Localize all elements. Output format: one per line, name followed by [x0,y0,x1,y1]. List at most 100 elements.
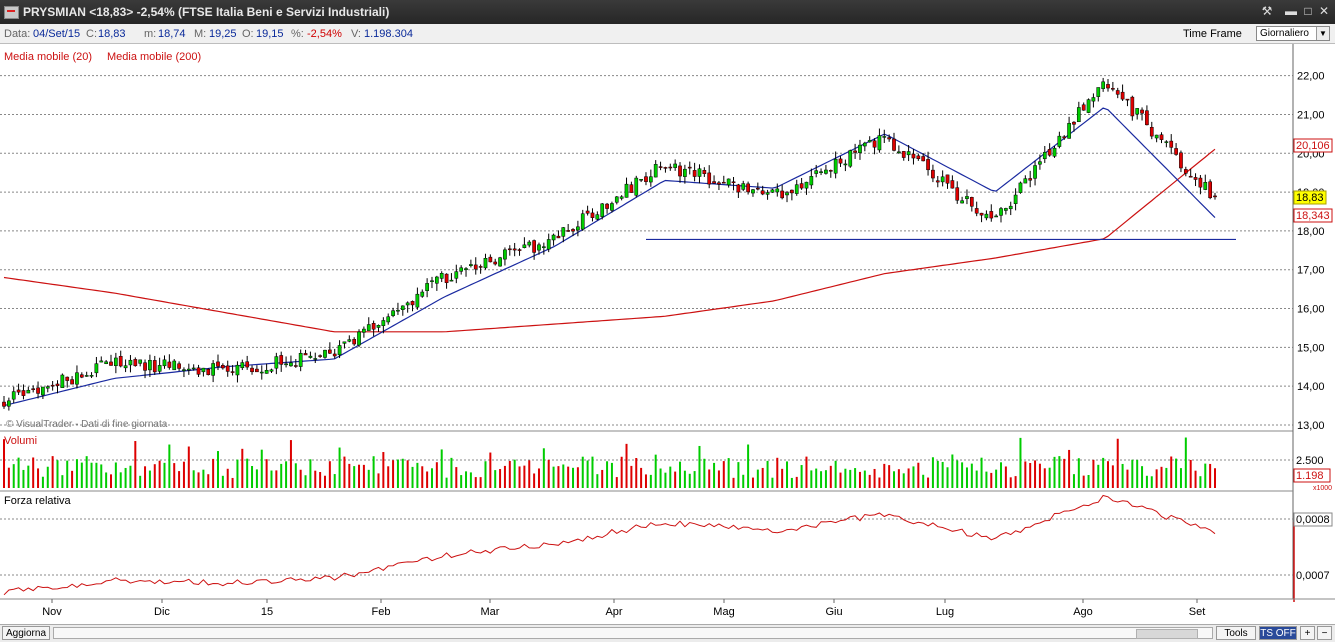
candle-body [824,169,828,174]
price-tick-label: 22,00 [1297,71,1325,83]
volume-bar [688,473,691,488]
candle-body [848,150,853,167]
ts-off-button[interactable]: TS OFF [1259,626,1297,640]
volume-bar [615,477,618,488]
candle-body [172,360,177,371]
candle-body [1111,88,1115,90]
candle-body [619,196,624,199]
chevron-down-icon[interactable]: ▼ [1316,27,1329,40]
candle-body [590,212,595,218]
timeframe-label: Time Frame [1183,28,1242,40]
settings-icon[interactable]: ⚒ [1259,4,1275,19]
volume-bar [3,439,5,488]
candle-body [522,244,527,248]
candle-body [517,249,522,251]
volume-bar [309,459,312,488]
candle-body [1047,149,1052,156]
volume-unit: x1000 [1313,485,1332,492]
volume-bar [207,474,210,488]
candle-body [1096,87,1101,97]
volume-bar [990,472,993,488]
candle-body [478,266,483,268]
close-icon[interactable]: ✕ [1316,4,1332,19]
candle-body [269,369,274,372]
candle-body [498,257,502,267]
volume-bar [606,461,609,488]
scroll-thumb[interactable] [1136,629,1198,639]
candle-body [960,200,964,204]
candle-body [872,140,877,148]
candle-body [702,170,707,174]
candle-body [1028,178,1033,181]
volume-bar [888,465,891,488]
candle [634,175,639,198]
minimize-icon[interactable]: ▬ [1283,4,1299,19]
candle-body [571,229,575,232]
zoom-out-icon[interactable]: − [1317,626,1332,640]
volume-bar [795,476,798,488]
volume-bar [338,447,341,488]
timeframe-select[interactable]: Giornaliero ▼ [1256,26,1330,41]
candle-body [308,355,313,358]
candle-body [493,261,498,265]
volume-bar [844,468,847,488]
volume-bar [863,470,866,488]
candle [1018,181,1023,194]
volume-bar [212,458,215,488]
candle-body [673,163,678,168]
price-chart[interactable]: Media mobile (20) Media mobile (200) © V… [0,44,1335,624]
volume-bar [246,458,249,488]
candle-body [1198,177,1203,188]
volume-bar [518,466,521,488]
candle-body [1042,151,1047,160]
candle-body [634,177,639,196]
volume-bar [975,470,978,488]
candle-body [65,376,70,381]
candle-body [541,246,546,248]
volume-bar [751,477,754,488]
candle-body [770,189,775,193]
volume-bar [270,470,273,488]
volume-bar [781,468,784,488]
volume-bar [465,471,468,488]
candle-body [940,176,945,183]
candle-body [7,400,11,407]
candle-body [697,168,702,177]
candle-body [26,389,31,394]
ma20-last-label: 18,343 [1296,210,1330,222]
volume-bar [829,465,832,488]
volume-bar [820,471,823,488]
candle-body [1004,208,1008,211]
zoom-in-icon[interactable]: + [1300,626,1315,640]
candle-body [639,179,643,181]
time-scrollbar[interactable] [53,627,1213,639]
update-button[interactable]: Aggiorna [2,626,50,640]
date-value: 04/Set/15 [33,28,81,40]
volume-bar [479,477,482,488]
candle-body [1101,81,1105,89]
volume-bar [961,462,964,488]
volume-bar [221,475,224,488]
volume-bar [1131,459,1134,488]
volume-bar [659,468,662,488]
volume-bar [1141,466,1144,488]
volume-bar [124,467,127,488]
legend-ma20: Media mobile (20) [4,51,92,63]
time-label: 15 [261,606,273,618]
close-value: 18,83 [98,28,126,40]
candle-body [994,215,998,218]
volume-bar [489,452,492,488]
volume-bar [1038,463,1041,488]
ma200-last-label: 20,106 [1296,140,1330,152]
maximize-icon[interactable]: □ [1300,4,1316,19]
volume-bar [1107,461,1110,488]
volume-bar [387,466,390,488]
candle-body [118,356,123,367]
candle-body [459,267,464,272]
time-label: Mag [713,606,734,618]
candle-body [726,178,731,186]
tools-button[interactable]: Tools [1216,626,1256,640]
volume-bar [756,469,759,488]
price-tick-label: 16,00 [1297,304,1325,316]
volume-bar [148,470,151,488]
